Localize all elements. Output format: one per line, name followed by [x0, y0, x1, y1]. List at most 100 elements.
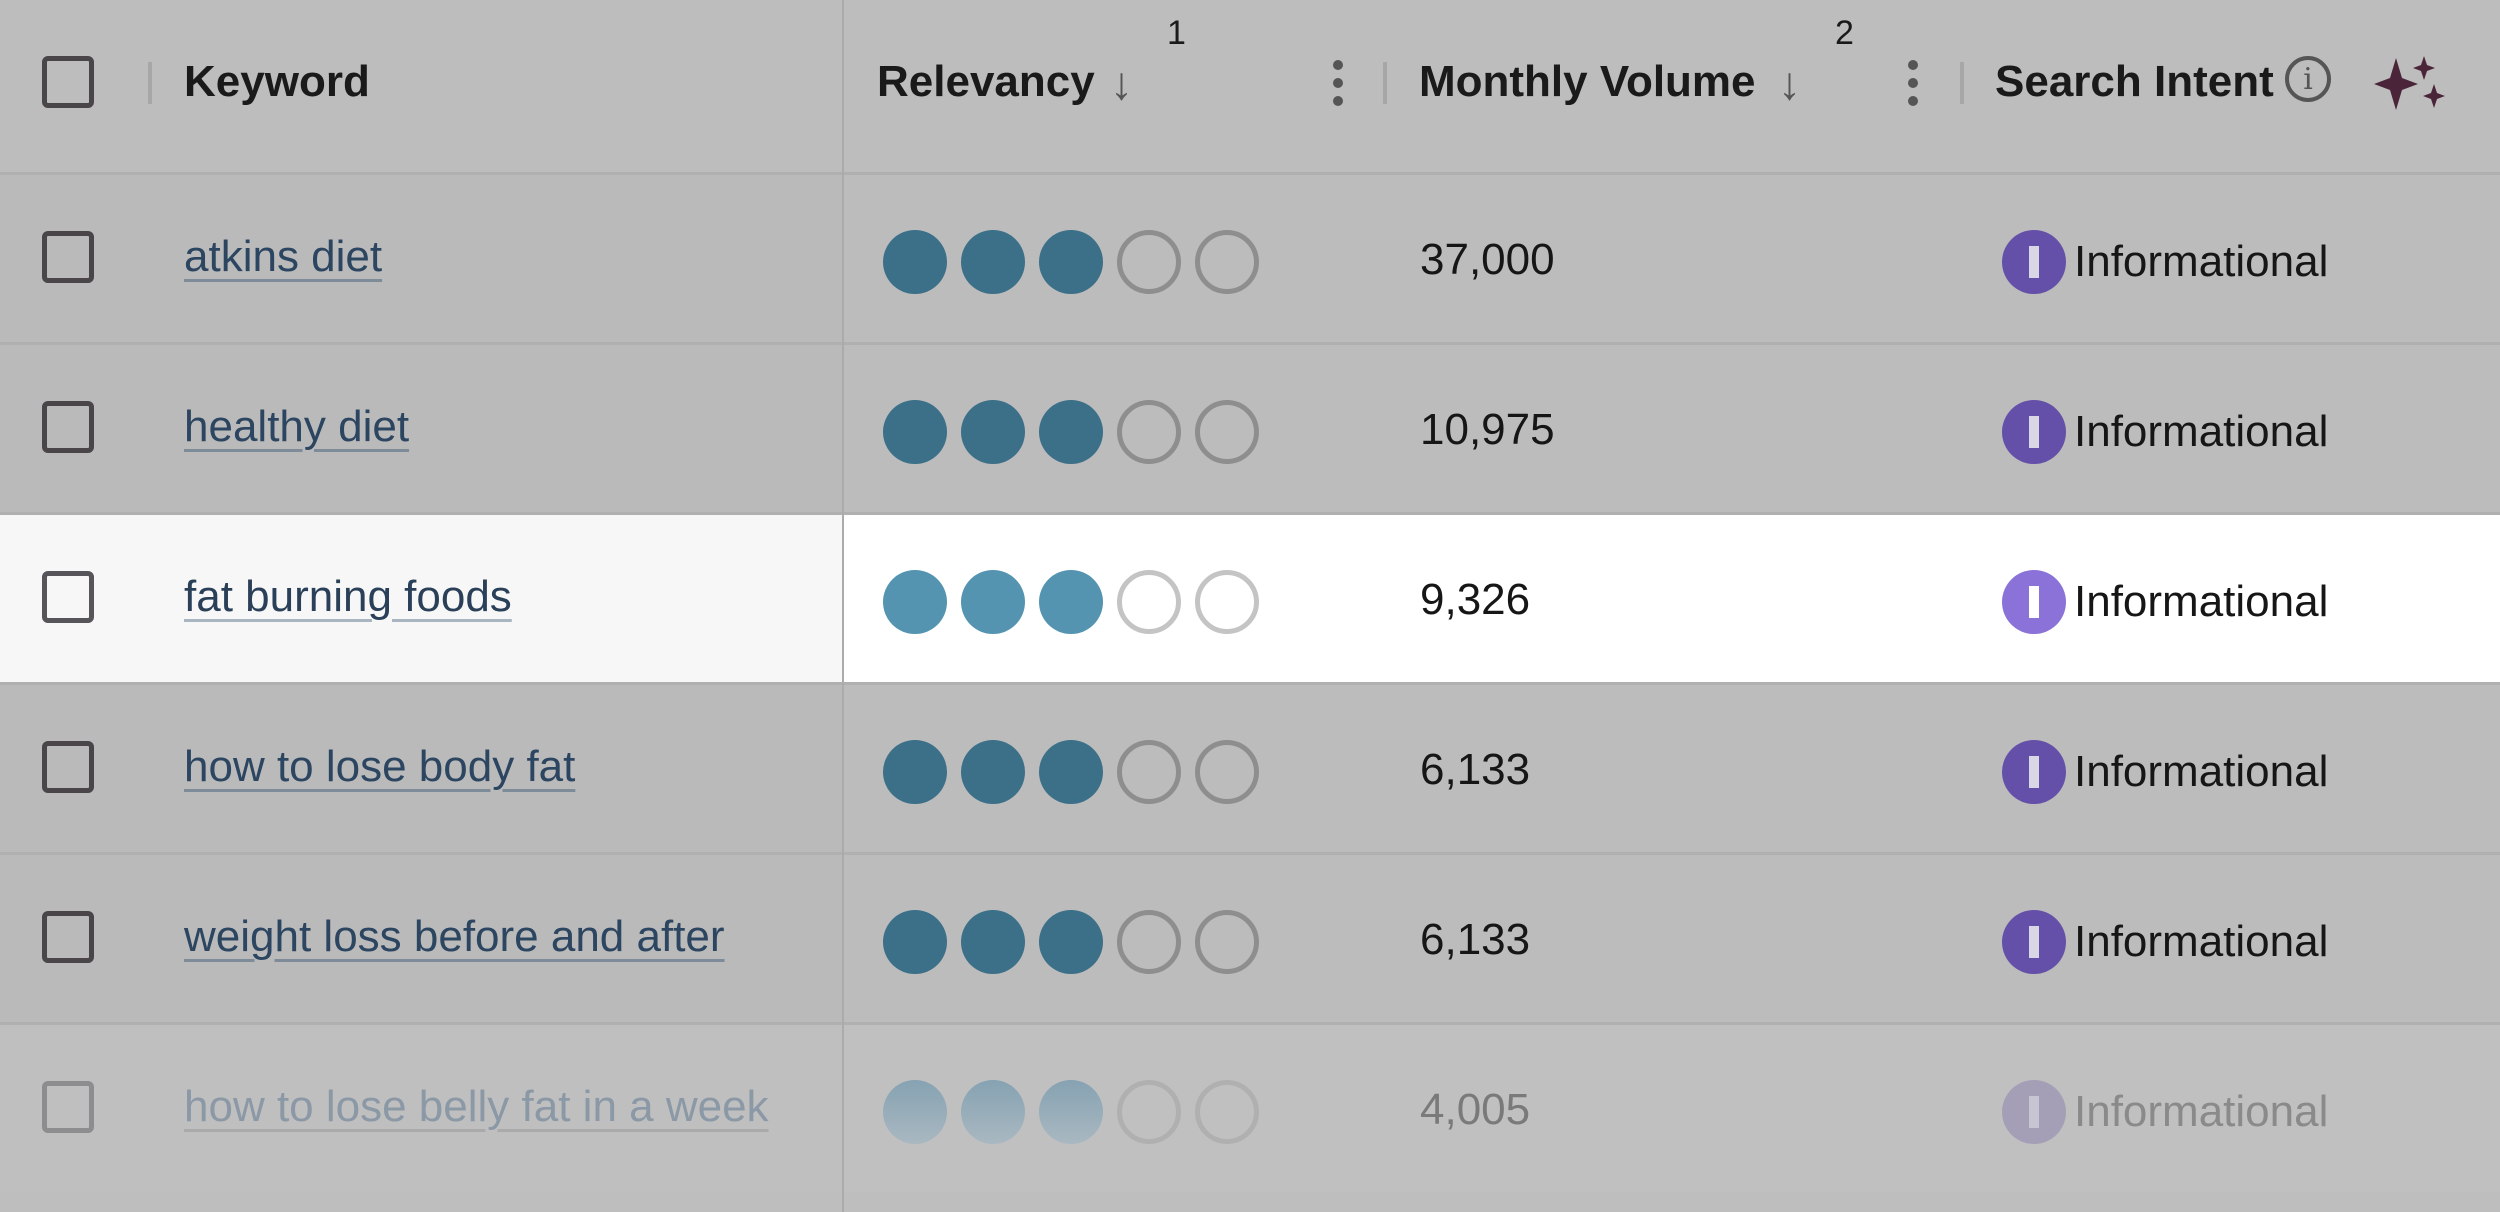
search-intent-tag: Informational	[2002, 910, 2328, 974]
informational-intent-icon	[2002, 570, 2066, 634]
relevancy-column-header[interactable]: Relevancy	[877, 52, 1095, 112]
monthly-volume-value: 6,133	[1420, 915, 1531, 964]
sort-order-badge: 2	[1835, 14, 1854, 52]
relevancy-dot-empty	[1117, 570, 1181, 634]
monthly-volume-value: 6,133	[1420, 745, 1531, 794]
informational-intent-icon	[2002, 740, 2066, 804]
row-checkbox[interactable]	[42, 571, 94, 623]
table-row[interactable]: fat burning foods 9,326 Informational	[0, 515, 2500, 685]
relevancy-dot-filled	[961, 910, 1025, 974]
row-checkbox[interactable]	[42, 911, 94, 963]
relevancy-rating	[883, 570, 1259, 634]
relevancy-dot-empty	[1195, 910, 1259, 974]
column-divider	[842, 0, 844, 1212]
relevancy-dot-empty	[1195, 1080, 1259, 1144]
relevancy-dot-filled	[1039, 740, 1103, 804]
relevancy-dot-filled	[883, 230, 947, 294]
search-intent-tag: Informational	[2002, 400, 2328, 464]
select-all-checkbox[interactable]	[42, 56, 94, 108]
relevancy-dot-filled	[883, 910, 947, 974]
ai-sparkle-icon[interactable]	[2372, 54, 2452, 114]
search-intent-label: Informational	[2074, 237, 2329, 286]
relevancy-dot-filled	[883, 740, 947, 804]
search-intent-tag: Informational	[2002, 740, 2328, 804]
relevancy-rating	[883, 1080, 1259, 1144]
table-row[interactable]: weight loss before and after 6,133 Infor…	[0, 855, 2500, 1025]
search-intent-label: Informational	[2074, 407, 2329, 456]
column-resize-handle[interactable]	[1960, 62, 1964, 104]
row-checkbox[interactable]	[42, 741, 94, 793]
relevancy-dot-filled	[1039, 910, 1103, 974]
relevancy-dot-filled	[883, 400, 947, 464]
table-row[interactable]: how to lose body fat 6,133 Informational	[0, 685, 2500, 855]
informational-intent-icon	[2002, 910, 2066, 974]
keyword-link[interactable]: weight loss before and after	[184, 907, 725, 967]
informational-intent-icon	[2002, 230, 2066, 294]
sort-order-badge: 1	[1167, 14, 1186, 52]
monthly-volume-column-header[interactable]: Monthly Volume	[1419, 52, 1756, 112]
informational-intent-icon	[2002, 400, 2066, 464]
keyword-link[interactable]: how to lose body fat	[184, 737, 575, 797]
relevancy-dot-filled	[961, 400, 1025, 464]
keyword-cell	[0, 345, 842, 512]
monthly-volume-value: 10,975	[1420, 405, 1555, 454]
keyword-link[interactable]: how to lose belly fat in a week	[184, 1077, 769, 1137]
relevancy-dot-empty	[1117, 400, 1181, 464]
relevancy-dot-filled	[961, 230, 1025, 294]
table-body: atkins diet 37,000 Informational healthy…	[0, 175, 2500, 1192]
search-intent-tag: Informational	[2002, 570, 2328, 634]
row-checkbox[interactable]	[42, 401, 94, 453]
relevancy-rating	[883, 910, 1259, 974]
search-intent-column-header[interactable]: Search Intent	[1995, 52, 2274, 112]
table-row[interactable]: atkins diet 37,000 Informational	[0, 175, 2500, 345]
sort-descending-icon[interactable]: ↓	[1778, 58, 1801, 108]
relevancy-dot-empty	[1195, 230, 1259, 294]
keyword-cell	[0, 175, 842, 342]
relevancy-dot-filled	[1039, 570, 1103, 634]
info-icon[interactable]: i	[2285, 56, 2331, 102]
relevancy-dot-filled	[1039, 400, 1103, 464]
search-intent-tag: Informational	[2002, 1080, 2328, 1144]
relevancy-dot-empty	[1117, 1080, 1181, 1144]
keyword-link[interactable]: atkins diet	[184, 227, 382, 287]
monthly-volume-value: 4,005	[1420, 1085, 1531, 1134]
relevancy-dot-empty	[1195, 570, 1259, 634]
table-row[interactable]: how to lose belly fat in a week 4,005 In…	[0, 1025, 2500, 1192]
relevancy-rating	[883, 230, 1259, 294]
keyword-column-header[interactable]: Keyword	[184, 52, 370, 112]
column-menu-icon[interactable]	[1908, 60, 1918, 114]
row-checkbox[interactable]	[42, 231, 94, 283]
keyword-link[interactable]: fat burning foods	[184, 567, 512, 627]
table-header: Keyword Relevancy ↓ 1 Monthly Volume ↓ 2…	[0, 0, 2500, 175]
keyword-table: Keyword Relevancy ↓ 1 Monthly Volume ↓ 2…	[0, 0, 2500, 1212]
column-menu-icon[interactable]	[1333, 60, 1343, 114]
relevancy-dot-filled	[1039, 230, 1103, 294]
relevancy-dot-empty	[1195, 400, 1259, 464]
relevancy-dot-empty	[1117, 230, 1181, 294]
monthly-volume-value: 9,326	[1420, 575, 1531, 624]
search-intent-label: Informational	[2074, 747, 2329, 796]
relevancy-dot-empty	[1117, 740, 1181, 804]
monthly-volume-value: 37,000	[1420, 235, 1555, 284]
relevancy-dot-filled	[1039, 1080, 1103, 1144]
relevancy-dot-filled	[961, 570, 1025, 634]
relevancy-dot-filled	[883, 570, 947, 634]
search-intent-label: Informational	[2074, 917, 2329, 966]
search-intent-label: Informational	[2074, 1087, 2329, 1136]
column-resize-handle[interactable]	[1383, 62, 1387, 104]
row-checkbox[interactable]	[42, 1081, 94, 1133]
relevancy-rating	[883, 400, 1259, 464]
relevancy-dot-empty	[1117, 910, 1181, 974]
relevancy-dot-empty	[1195, 740, 1259, 804]
keyword-link[interactable]: healthy diet	[184, 397, 409, 457]
sort-descending-icon[interactable]: ↓	[1110, 58, 1133, 108]
informational-intent-icon	[2002, 1080, 2066, 1144]
relevancy-dot-filled	[883, 1080, 947, 1144]
relevancy-dot-filled	[961, 740, 1025, 804]
column-resize-handle[interactable]	[148, 62, 152, 104]
search-intent-tag: Informational	[2002, 230, 2328, 294]
search-intent-label: Informational	[2074, 577, 2329, 626]
relevancy-dot-filled	[961, 1080, 1025, 1144]
table-row[interactable]: healthy diet 10,975 Informational	[0, 345, 2500, 515]
relevancy-rating	[883, 740, 1259, 804]
